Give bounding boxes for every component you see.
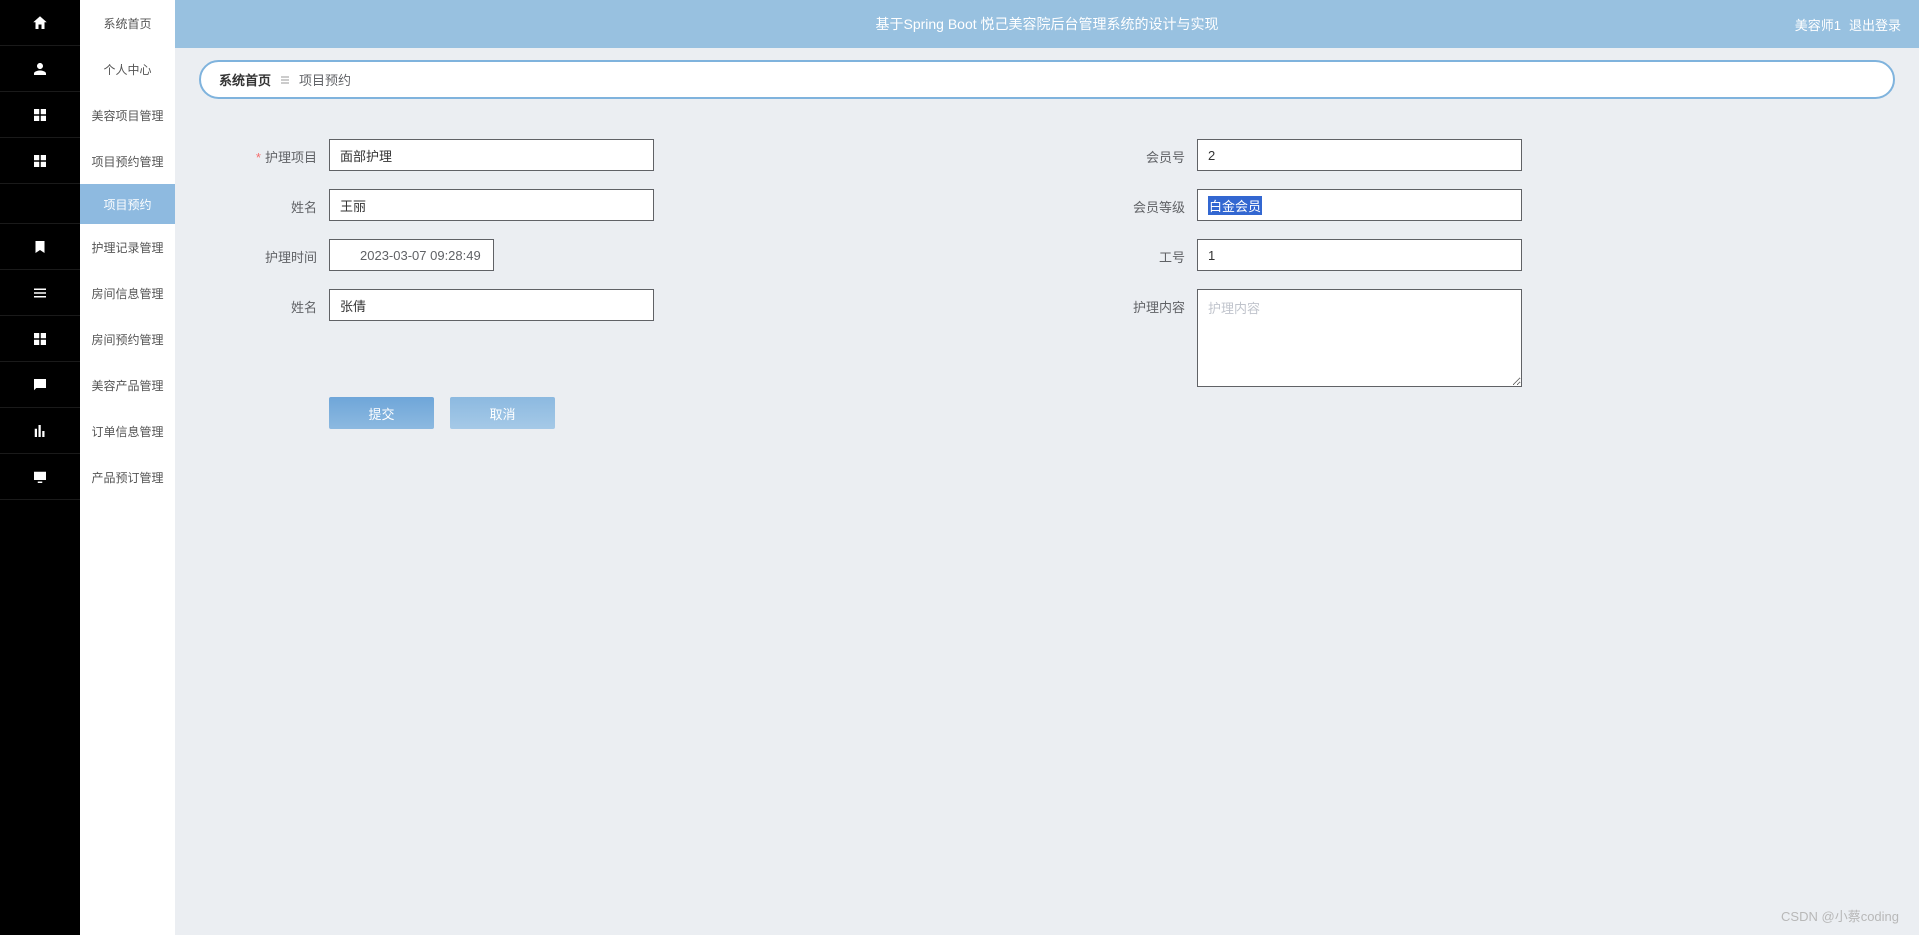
row-name1: 姓名 <box>229 189 1027 221</box>
sidebar-item-beauty-project[interactable]: 美容项目管理 <box>80 92 175 138</box>
row-care-content: 护理内容 <box>1097 289 1895 387</box>
grid-icon <box>31 330 49 348</box>
sidebar-item-order-info[interactable]: 订单信息管理 <box>80 408 175 454</box>
input-job-no[interactable] <box>1197 239 1522 271</box>
sidebar-item-personal[interactable]: 个人中心 <box>80 46 175 92</box>
sidebar-icon-home[interactable] <box>0 0 80 46</box>
breadcrumb-current: 项目预约 <box>299 70 351 89</box>
header-right: 美容师1 退出登录 <box>1795 15 1901 34</box>
sidebar-item-room-info[interactable]: 房间信息管理 <box>80 270 175 316</box>
sidebar-item-project-appointment-mgmt[interactable]: 项目预约管理 <box>80 138 175 184</box>
label-care-project: 护理项目 <box>229 139 329 166</box>
input-care-time[interactable] <box>329 239 494 271</box>
sidebar-icon-active-spacer <box>0 184 80 224</box>
form-left-column: 护理项目 姓名 护理时间 姓名 提交 <box>199 139 1027 429</box>
label-member-no: 会员号 <box>1097 139 1197 166</box>
sidebar-icon-project-appointment[interactable] <box>0 138 80 184</box>
text-sidebar: 系统首页 个人中心 美容项目管理 项目预约管理 项目预约 护理记录管理 房间信息… <box>80 0 175 935</box>
header: 基于Spring Boot 悦己美容院后台管理系统的设计与实现 美容师1 退出登… <box>175 0 1919 48</box>
sidebar-item-product-booking[interactable]: 产品预订管理 <box>80 454 175 500</box>
grid-icon <box>31 152 49 170</box>
member-level-selected-text: 白金会员 <box>1208 196 1262 215</box>
row-care-time: 护理时间 <box>229 239 1027 271</box>
label-care-content: 护理内容 <box>1097 289 1197 316</box>
grid-icon <box>31 106 49 124</box>
icon-sidebar <box>0 0 80 935</box>
chat-icon <box>31 376 49 394</box>
bookmark-icon <box>31 238 49 256</box>
sidebar-icon-beauty-product[interactable] <box>0 362 80 408</box>
label-care-time: 护理时间 <box>229 239 329 266</box>
sidebar-icon-care-record[interactable] <box>0 224 80 270</box>
sidebar-item-project-appointment[interactable]: 项目预约 <box>80 184 175 224</box>
user-icon <box>31 60 49 78</box>
row-name2: 姓名 <box>229 289 1027 321</box>
input-member-no[interactable] <box>1197 139 1522 171</box>
sidebar-icon-room-appointment[interactable] <box>0 316 80 362</box>
chart-icon <box>31 422 49 440</box>
label-name1: 姓名 <box>229 189 329 216</box>
date-wrapper <box>329 239 494 271</box>
cancel-button[interactable]: 取消 <box>450 397 555 429</box>
input-care-project[interactable] <box>329 139 654 171</box>
label-member-level: 会员等级 <box>1097 189 1197 216</box>
row-member-no: 会员号 <box>1097 139 1895 171</box>
label-name2: 姓名 <box>229 289 329 316</box>
breadcrumb-home[interactable]: 系统首页 <box>219 70 271 89</box>
content-area: 系统首页 项目预约 护理项目 姓名 护理时间 <box>175 48 1919 935</box>
sidebar-icon-room-info[interactable] <box>0 270 80 316</box>
form-area: 护理项目 姓名 护理时间 姓名 提交 <box>199 139 1895 429</box>
sidebar-item-beauty-product[interactable]: 美容产品管理 <box>80 362 175 408</box>
row-member-level: 会员等级 白金会员 <box>1097 189 1895 221</box>
sidebar-icon-user[interactable] <box>0 46 80 92</box>
row-job-no: 工号 <box>1097 239 1895 271</box>
home-icon <box>31 14 49 32</box>
form-right-column: 会员号 会员等级 白金会员 工号 护理内容 <box>1067 139 1895 429</box>
breadcrumb-separator-icon <box>279 74 291 86</box>
sidebar-icon-beauty-project[interactable] <box>0 92 80 138</box>
sidebar-item-care-record[interactable]: 护理记录管理 <box>80 224 175 270</box>
sidebar-icon-order-info[interactable] <box>0 408 80 454</box>
row-care-project: 护理项目 <box>229 139 1027 171</box>
sidebar-icon-product-booking[interactable] <box>0 454 80 500</box>
page-title: 基于Spring Boot 悦己美容院后台管理系统的设计与实现 <box>875 14 1218 34</box>
input-name2[interactable] <box>329 289 654 321</box>
screen-icon <box>31 468 49 486</box>
logout-link[interactable]: 退出登录 <box>1849 15 1901 34</box>
breadcrumb: 系统首页 项目预约 <box>199 60 1895 99</box>
sidebar-item-home[interactable]: 系统首页 <box>80 0 175 46</box>
submit-button[interactable]: 提交 <box>329 397 434 429</box>
current-user[interactable]: 美容师1 <box>1795 15 1841 34</box>
sidebar-item-room-appointment[interactable]: 房间预约管理 <box>80 316 175 362</box>
list-icon <box>31 284 49 302</box>
input-name1[interactable] <box>329 189 654 221</box>
button-row: 提交 取消 <box>329 397 1027 429</box>
input-care-content[interactable] <box>1197 289 1522 387</box>
input-member-level[interactable]: 白金会员 <box>1197 189 1522 221</box>
label-job-no: 工号 <box>1097 239 1197 266</box>
